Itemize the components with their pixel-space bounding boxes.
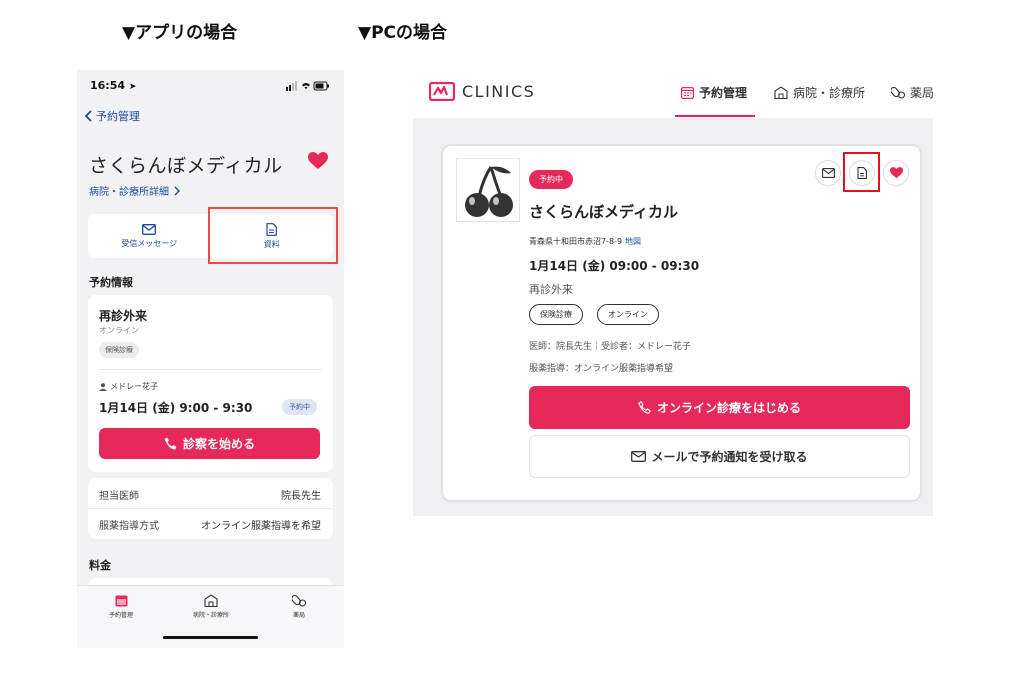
- doctor-patient-line: 医師：院長先生｜受診者：メドレー花子: [529, 342, 692, 352]
- notify-button-label: メールで予約通知を受け取る: [651, 450, 808, 464]
- active-tab-indicator: [675, 115, 755, 117]
- nav-label: 予約管理: [108, 612, 133, 619]
- calendar-icon: [115, 595, 127, 607]
- detail-row-doctor: 担当医師 院長先生: [99, 487, 321, 502]
- phone-icon: [638, 401, 651, 414]
- start-consultation-label: 診察を始める: [182, 437, 255, 451]
- chevron-left-icon: [85, 110, 92, 122]
- online-tag: オンライン: [597, 304, 659, 325]
- visit-type: 再診外来: [529, 283, 573, 296]
- pc-section-heading: ▼PCの場合: [358, 23, 448, 43]
- patient-name: メドレー花子: [110, 382, 158, 391]
- detail-value: 院長先生: [281, 491, 321, 502]
- hospital-icon: [204, 594, 218, 607]
- nav-pharmacy[interactable]: 薬局: [891, 84, 933, 101]
- visit-mode: オンライン: [99, 326, 139, 335]
- address-text: 青森県十和田市赤沼7-8-9: [529, 237, 623, 246]
- nav-pharmacy[interactable]: 薬局: [259, 594, 339, 619]
- reservation-card: 予約中 さくらんぼメディカル 青森県十和田市赤沼7-8-9 地図 1月14日 (金…: [441, 144, 922, 502]
- highlight-box: [208, 207, 338, 264]
- back-button[interactable]: 予約管理: [85, 108, 140, 124]
- detail-label: 服薬指導方式: [99, 521, 159, 532]
- clinic-name: さくらんぼメディカル: [529, 203, 678, 221]
- highlight-box: [843, 152, 880, 192]
- divider: [99, 369, 321, 370]
- pill-icon: [891, 86, 905, 99]
- visit-type: 再診外来: [99, 309, 148, 323]
- mail-icon: [142, 223, 157, 235]
- hospital-icon: [774, 86, 788, 99]
- nav-reservations[interactable]: 予約管理: [81, 594, 161, 619]
- nav-label: 病院・診療所: [192, 612, 229, 619]
- detail-card: 担当医師 院長先生 服薬指導方式 オンライン服薬指導を希望: [88, 478, 333, 539]
- reservation-heading: 予約情報: [89, 276, 133, 289]
- nav-label: 予約管理: [699, 86, 748, 100]
- clinic-name: さくらんぼメディカル: [89, 155, 283, 177]
- pc-screenshot: CLINICS 予約管理 病院・診療所 薬局 予約中 さくらんぼメディカル 青森…: [413, 70, 933, 516]
- clinic-detail-label: 病院・診療所詳細: [89, 187, 169, 198]
- pill-icon: [292, 594, 306, 607]
- clinic-address: 青森県十和田市赤沼7-8-9 地図: [529, 236, 641, 247]
- status-icons: [286, 81, 329, 91]
- person-icon: [99, 382, 107, 391]
- detail-value: オンライン服薬指導を希望: [201, 521, 321, 532]
- favorite-heart-icon: [889, 167, 903, 179]
- pharmacy-guidance-line: 服薬指導：オンライン服薬指導希望: [529, 364, 674, 374]
- chevron-right-icon: [174, 186, 180, 195]
- status-badge: 予約中: [282, 399, 317, 415]
- status-badge: 予約中: [529, 170, 573, 189]
- reservation-datetime: 1月14日 (金) 9:00 - 9:30: [99, 401, 253, 415]
- nav-label: 薬局: [910, 86, 933, 100]
- favorite-button[interactable]: [883, 160, 909, 186]
- tab-messages[interactable]: 受信メッセージ: [88, 214, 211, 258]
- nav-hospitals[interactable]: 病院・診療所: [774, 84, 865, 101]
- tab-messages-label: 受信メッセージ: [121, 238, 178, 248]
- map-link[interactable]: 地図: [625, 237, 641, 246]
- reservation-card: 再診外来 オンライン 保険診療 メドレー花子 1月14日 (金) 9:00 - …: [88, 295, 333, 472]
- app-section-heading: ▼アプリの場合: [122, 23, 238, 43]
- mail-icon: [631, 451, 647, 462]
- phone-icon: [164, 437, 177, 450]
- nav-hospitals[interactable]: 病院・診療所: [171, 594, 251, 619]
- nav-reservations[interactable]: 予約管理: [681, 84, 747, 101]
- back-label: 予約管理: [96, 110, 140, 123]
- start-consultation-button[interactable]: 診察を始める: [99, 428, 320, 459]
- mail-icon: [821, 168, 835, 178]
- calendar-icon: [681, 87, 694, 99]
- nav-label: 病院・診療所: [793, 86, 866, 100]
- nav-label: 薬局: [292, 612, 305, 619]
- app-screenshot: 16:54 ➤ 予約管理 さくらんぼメディカル 病院・診療所詳細 受信メッセージ…: [77, 70, 344, 648]
- clinic-thumbnail: [456, 158, 520, 222]
- message-button[interactable]: [815, 160, 841, 186]
- insurance-tag: 保険診療: [99, 342, 139, 358]
- start-online-consultation-button[interactable]: オンライン診療をはじめる: [529, 386, 910, 429]
- patient-row: メドレー花子: [99, 381, 158, 392]
- fee-heading: 料金: [89, 559, 111, 572]
- divider: [88, 508, 333, 509]
- clinics-logo-icon: [429, 82, 455, 101]
- detail-label: 担当医師: [99, 491, 139, 502]
- favorite-heart-icon[interactable]: [308, 152, 328, 170]
- clinic-detail-link[interactable]: 病院・診療所詳細: [89, 183, 180, 198]
- insurance-tag: 保険診療: [529, 304, 583, 325]
- email-notification-button[interactable]: メールで予約通知を受け取る: [529, 435, 910, 478]
- logo-text: CLINICS: [462, 82, 536, 101]
- reservation-datetime: 1月14日 (金) 09:00 - 09:30: [529, 259, 700, 273]
- clinics-logo[interactable]: CLINICS: [429, 82, 535, 101]
- detail-row-pharmacy: 服薬指導方式 オンライン服薬指導を希望: [99, 517, 321, 532]
- cherry-icon: [465, 166, 513, 217]
- start-button-label: オンライン診療をはじめる: [656, 401, 801, 415]
- status-bar-time: 16:54 ➤: [90, 79, 137, 92]
- home-indicator: [163, 636, 258, 639]
